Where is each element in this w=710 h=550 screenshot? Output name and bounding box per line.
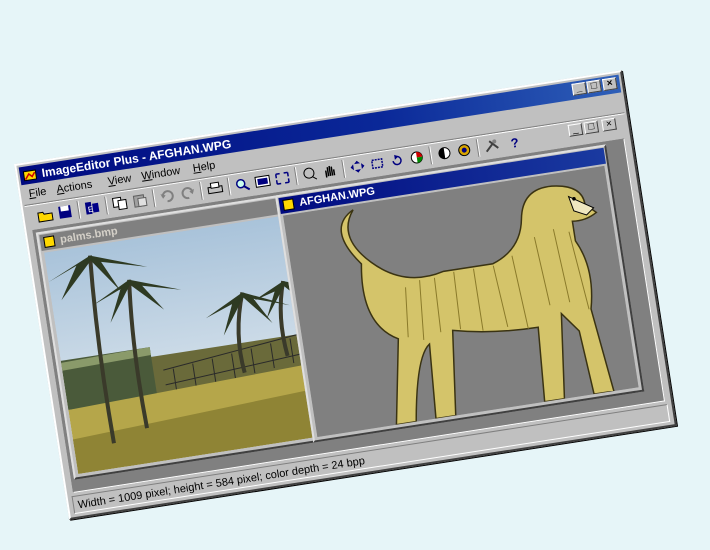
app-window: ImageEditor Plus - AFGHAN.WPG _ □ × File… [14, 70, 677, 520]
menu-help[interactable]: Help [192, 157, 217, 178]
maximize-button[interactable]: □ [586, 79, 602, 94]
menu-file[interactable]: File [27, 183, 47, 204]
fullscreen-icon[interactable] [272, 168, 293, 189]
hand-pan-icon[interactable] [320, 161, 341, 182]
color-wheel-icon[interactable] [407, 147, 428, 168]
close-button[interactable]: × [602, 77, 618, 92]
print-icon[interactable] [205, 178, 226, 199]
document-icon [282, 198, 295, 211]
app-icon [22, 169, 38, 182]
afghan-image-canvas[interactable] [283, 165, 639, 437]
menu-view[interactable]: View [107, 170, 133, 191]
paste-icon[interactable] [130, 190, 151, 211]
minimize-button[interactable]: _ [571, 81, 588, 96]
image-properties-icon[interactable]: E [82, 197, 103, 218]
help-icon[interactable]: ? [505, 132, 526, 153]
copy-icon[interactable] [110, 193, 131, 214]
crop-icon[interactable] [367, 153, 388, 174]
document-window-afghan[interactable]: AFGHAN.WPG [274, 144, 645, 443]
contrast-icon[interactable] [434, 143, 455, 164]
svg-text:?: ? [510, 135, 520, 151]
color-balance-icon[interactable] [454, 140, 475, 161]
save-icon[interactable] [55, 202, 76, 223]
svg-text:E: E [87, 205, 94, 215]
afghan-hound-image [283, 165, 639, 437]
move-icon[interactable] [347, 156, 368, 177]
rotate-icon[interactable] [387, 150, 408, 171]
select-icon[interactable] [300, 164, 321, 185]
open-folder-icon[interactable] [35, 205, 56, 226]
zoom-icon[interactable] [233, 174, 254, 195]
undo-icon[interactable] [157, 186, 178, 207]
fit-window-icon[interactable] [252, 171, 273, 192]
redo-icon[interactable] [177, 183, 198, 204]
tools-icon[interactable] [482, 136, 503, 157]
document-icon [43, 235, 56, 248]
